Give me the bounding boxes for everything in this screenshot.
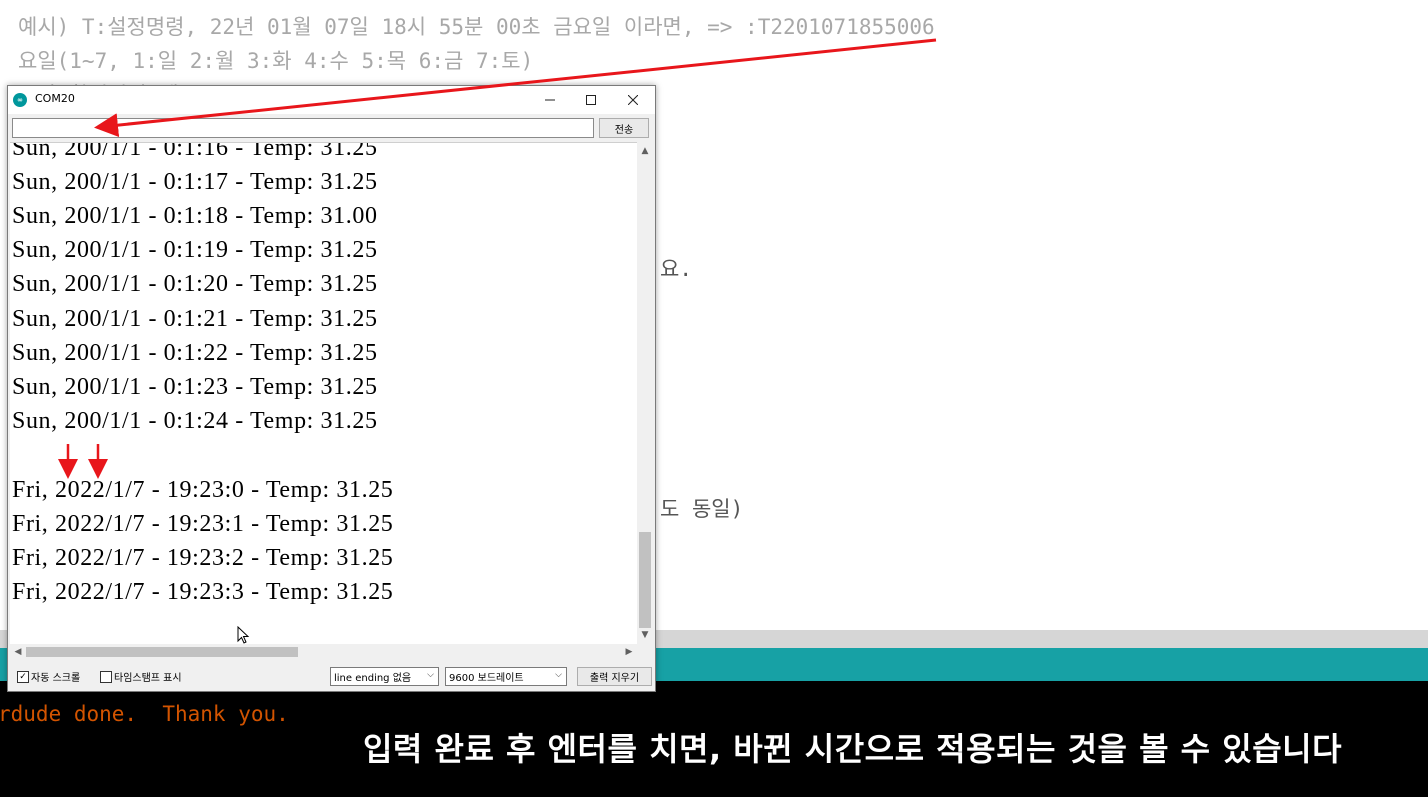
- editor-fragment-1: 요.: [660, 257, 692, 281]
- output-line: Fri, 2022/1/7 - 19:23:0 - Temp: 31.25: [12, 477, 394, 503]
- arduino-icon: ∞: [13, 93, 27, 107]
- minimize-icon: [545, 99, 555, 101]
- send-input[interactable]: [12, 118, 594, 138]
- send-button[interactable]: 전송: [599, 118, 649, 138]
- serial-monitor-window: ∞ COM20 전송 Sun, 200/1/1 - 0:1:16 - Temp:…: [7, 85, 656, 692]
- horizontal-scrollbar[interactable]: ◀ ▶: [10, 644, 637, 660]
- mouse-cursor-icon: [237, 626, 250, 644]
- output-line: Sun, 200/1/1 - 0:1:17 - Temp: 31.25: [12, 169, 378, 195]
- scroll-up-icon[interactable]: ▲: [639, 144, 651, 158]
- window-title: COM20: [35, 92, 75, 105]
- close-button[interactable]: [612, 86, 654, 114]
- chevron-down-icon: ⌵: [555, 670, 562, 680]
- close-icon: [628, 95, 638, 105]
- scroll-down-icon[interactable]: ▼: [639, 628, 651, 642]
- output-line: Sun, 200/1/1 - 0:1:16 - Temp: 31.25: [12, 142, 378, 161]
- clear-output-button[interactable]: 출력 지우기: [577, 667, 652, 686]
- output-line: Sun, 200/1/1 - 0:1:20 - Temp: 31.25: [12, 271, 378, 297]
- output-line: Sun, 200/1/1 - 0:1:18 - Temp: 31.00: [12, 203, 378, 229]
- serial-options-bar: ✓ 자동 스크롤 타임스탬프 표시 line ending 없음 ⌵ 9600 …: [8, 662, 655, 690]
- vertical-scrollbar[interactable]: ▲ ▼: [637, 142, 653, 644]
- title-bar[interactable]: ∞ COM20: [8, 86, 655, 114]
- output-line: Fri, 2022/1/7 - 19:23:2 - Temp: 31.25: [12, 545, 394, 571]
- output-line: Sun, 200/1/1 - 0:1:22 - Temp: 31.25: [12, 340, 378, 366]
- editor-line-1: 예시) T:설정명령, 22년 01월 07일 18시 55분 00초 금요일 …: [18, 15, 935, 39]
- vertical-scroll-thumb[interactable]: [639, 532, 651, 628]
- output-line: Sun, 200/1/1 - 0:1:19 - Temp: 31.25: [12, 237, 378, 263]
- baud-rate-value: 9600 보드레이트: [449, 673, 524, 684]
- timestamp-label: 타임스탬프 표시: [114, 673, 182, 684]
- output-line: Fri, 2022/1/7 - 19:23:1 - Temp: 31.25: [12, 511, 394, 537]
- autoscroll-label: 자동 스크롤: [31, 673, 81, 684]
- horizontal-scroll-thumb[interactable]: [26, 647, 298, 657]
- baud-rate-select[interactable]: 9600 보드레이트 ⌵: [445, 667, 567, 686]
- timestamp-checkbox[interactable]: [100, 671, 112, 683]
- minimize-button[interactable]: [529, 86, 571, 114]
- maximize-button[interactable]: [570, 86, 612, 114]
- output-line: Sun, 200/1/1 - 0:1:23 - Temp: 31.25: [12, 374, 378, 400]
- editor-line-2: 요일(1~7, 1:일 2:월 3:화 4:수 5:목 6:금 7:토): [18, 49, 534, 73]
- line-ending-select[interactable]: line ending 없음 ⌵: [330, 667, 439, 686]
- scroll-left-icon[interactable]: ◀: [11, 645, 25, 659]
- maximize-icon: [586, 95, 596, 105]
- scroll-right-icon[interactable]: ▶: [622, 645, 636, 659]
- chevron-down-icon: ⌵: [427, 670, 434, 680]
- line-ending-value: line ending 없음: [334, 673, 412, 684]
- output-line: Sun, 200/1/1 - 0:1:24 - Temp: 31.25: [12, 408, 378, 434]
- autoscroll-checkbox[interactable]: ✓: [17, 671, 29, 683]
- console-line: rdude done. Thank you.: [0, 702, 289, 726]
- subtitle-caption: 입력 완료 후 엔터를 치면, 바뀐 시간으로 적용되는 것을 볼 수 있습니다: [297, 714, 1408, 780]
- output-line: Sun, 200/1/1 - 0:1:21 - Temp: 31.25: [12, 306, 378, 332]
- subtitle-text: 입력 완료 후 엔터를 치면, 바뀐 시간으로 적용되는 것을 볼 수 있습니다: [362, 730, 1343, 768]
- output-line: Fri, 2022/1/7 - 19:23:3 - Temp: 31.25: [12, 579, 394, 605]
- editor-fragment-2: 도 동일): [660, 497, 744, 521]
- serial-output[interactable]: Sun, 200/1/1 - 0:1:16 - Temp: 31.25 Sun,…: [10, 142, 637, 645]
